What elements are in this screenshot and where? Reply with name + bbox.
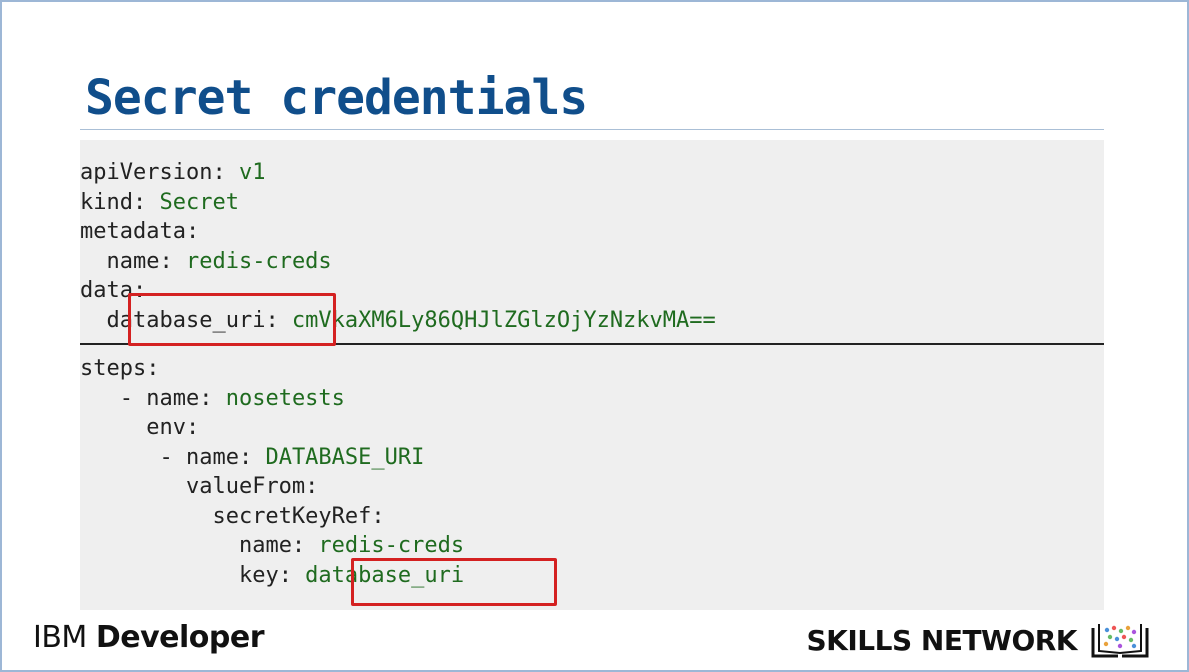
- code-line: secretKeyRef:: [80, 502, 1104, 532]
- title-rule: [80, 129, 1104, 130]
- code-value: cmVkaXM6Ly86QHJlZGlzOjYzNzkvMA==: [278, 307, 716, 333]
- brand-developer: Developer: [95, 620, 265, 655]
- highlight-database-uri-value: [351, 558, 557, 606]
- code-line: apiVersion: v1: [80, 158, 1104, 188]
- highlight-database-uri-key: [128, 293, 336, 346]
- code-value: redis-creds: [305, 533, 465, 558]
- code-value: redis-creds: [172, 248, 332, 274]
- code-value: DATABASE_URI: [252, 444, 425, 470]
- slide-title: Secret credentials: [85, 70, 588, 126]
- code-line: kind: Secret: [80, 188, 1104, 218]
- code-indent: -: [80, 444, 186, 470]
- skills-network-text: SKILLS NETWORK: [806, 623, 1078, 657]
- skills-network-logo: SKILLS NETWORK: [807, 620, 1151, 660]
- code-key: name:: [146, 385, 213, 411]
- code-key: valueFrom:: [185, 474, 319, 499]
- code-line: env:: [80, 413, 1104, 443]
- code-key: name:: [185, 444, 253, 470]
- brand-ibm: IBM: [33, 620, 87, 655]
- code-panel: apiVersion: v1 kind: Secret metadata: name…: [80, 140, 1104, 610]
- ibm-developer-logo: IBM Developer: [33, 620, 265, 655]
- code-value: nosetests: [212, 385, 345, 411]
- pipeline-yaml-block: steps: - name: nosetests env: - name: DA…: [80, 354, 1104, 590]
- code-value: Secret: [146, 189, 239, 215]
- code-line: metadata:: [80, 217, 1104, 247]
- code-key: steps:: [80, 356, 160, 381]
- code-key: env:: [146, 415, 200, 440]
- code-key: name:: [106, 248, 173, 274]
- code-line: - name: nosetests: [80, 384, 1104, 414]
- code-key: key:: [238, 562, 292, 588]
- code-line: steps:: [80, 354, 1104, 384]
- book-icon: [1091, 624, 1149, 658]
- code-line: name: redis-creds: [80, 531, 1104, 561]
- code-line: - name: DATABASE_URI: [80, 443, 1104, 473]
- code-key: kind:: [80, 189, 147, 215]
- code-line: valueFrom:: [80, 472, 1104, 502]
- code-indent: -: [80, 385, 147, 411]
- code-line: key: database_uri: [80, 561, 1104, 591]
- code-value: v1: [225, 160, 266, 185]
- code-key: name:: [238, 533, 306, 558]
- code-key: apiVersion:: [80, 160, 226, 185]
- code-line: name: redis-creds: [80, 247, 1104, 277]
- code-key: metadata:: [80, 219, 200, 244]
- code-key: secretKeyRef:: [212, 503, 385, 529]
